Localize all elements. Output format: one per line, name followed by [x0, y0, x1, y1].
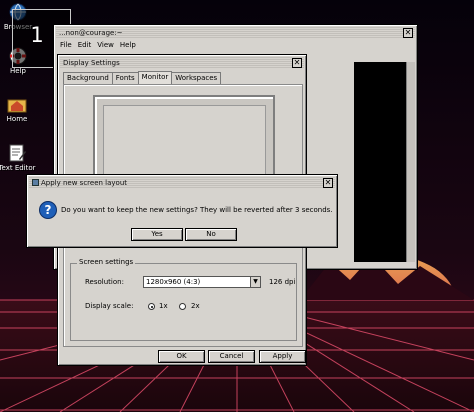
desktop-icon-label: Help — [10, 67, 26, 75]
desktop-icon-label: Home — [6, 115, 28, 123]
ok-button[interactable]: OK — [158, 350, 205, 363]
dialog-message: Do you want to keep the new settings? Th… — [61, 206, 333, 214]
dpi-value: 126 dpi — [269, 278, 296, 286]
menu-view[interactable]: View — [97, 41, 114, 49]
monitor-preview-screen — [103, 105, 266, 185]
tab-workspaces[interactable]: Workspaces — [171, 72, 222, 84]
yes-button[interactable]: Yes — [131, 228, 183, 241]
menu-edit[interactable]: Edit — [78, 41, 92, 49]
desktop-icon-text-editor[interactable]: Text Editor — [0, 143, 39, 172]
display-scale-label: Display scale: — [85, 302, 134, 310]
close-icon[interactable]: ✕ — [403, 28, 413, 38]
apply-screen-layout-dialog[interactable]: Apply new screen layout ✕ ? Do you want … — [26, 174, 338, 248]
display-settings-titlebar[interactable]: Display Settings ✕ — [60, 57, 304, 69]
cancel-button[interactable]: Cancel — [208, 350, 255, 363]
resolution-dropdown[interactable]: 1280x960 (4:3) ▼ — [143, 276, 261, 288]
scale-2x-label: 2x — [191, 302, 200, 310]
dialog-title: Apply new screen layout — [41, 179, 128, 187]
text-editor-icon — [7, 143, 27, 163]
tab-fonts[interactable]: Fonts — [111, 72, 139, 84]
close-icon[interactable]: ✕ — [292, 58, 302, 68]
question-icon: ? — [39, 201, 57, 219]
apply-button[interactable]: Apply — [259, 350, 306, 363]
window-title: Display Settings — [63, 59, 120, 67]
scale-2x-radio[interactable] — [179, 303, 186, 310]
desktop-icon-home[interactable]: Home — [0, 94, 39, 123]
tab-background[interactable]: Background — [63, 72, 113, 84]
scale-1x-label: 1x — [159, 302, 168, 310]
chevron-down-icon[interactable]: ▼ — [250, 277, 260, 287]
desktop-icon-label: Text Editor — [0, 164, 36, 172]
resolution-label: Resolution: — [85, 278, 124, 286]
terminal-menubar: File Edit View Help — [56, 39, 415, 51]
screen-settings-group: Screen settings Resolution: 1280x960 (4:… — [70, 258, 297, 341]
screen-settings-legend: Screen settings — [77, 258, 136, 266]
tab-monitor[interactable]: Monitor — [137, 71, 173, 84]
scale-1x-radio[interactable] — [148, 303, 155, 310]
dialog-app-icon — [32, 179, 39, 186]
no-button[interactable]: No — [185, 228, 237, 241]
home-folder-icon — [7, 94, 27, 114]
terminal-titlebar[interactable]: ...non@courage:~ ✕ — [56, 27, 415, 39]
workspace-number: 1 — [30, 23, 44, 47]
terminal-screen[interactable] — [354, 62, 406, 262]
window-title: ...non@courage:~ — [59, 29, 123, 37]
close-icon[interactable]: ✕ — [323, 178, 333, 188]
resolution-value: 1280x960 (4:3) — [146, 278, 201, 286]
menu-help[interactable]: Help — [120, 41, 136, 49]
dialog-titlebar[interactable]: Apply new screen layout ✕ — [29, 177, 335, 189]
terminal-scrollbar[interactable] — [406, 62, 415, 262]
menu-file[interactable]: File — [60, 41, 72, 49]
